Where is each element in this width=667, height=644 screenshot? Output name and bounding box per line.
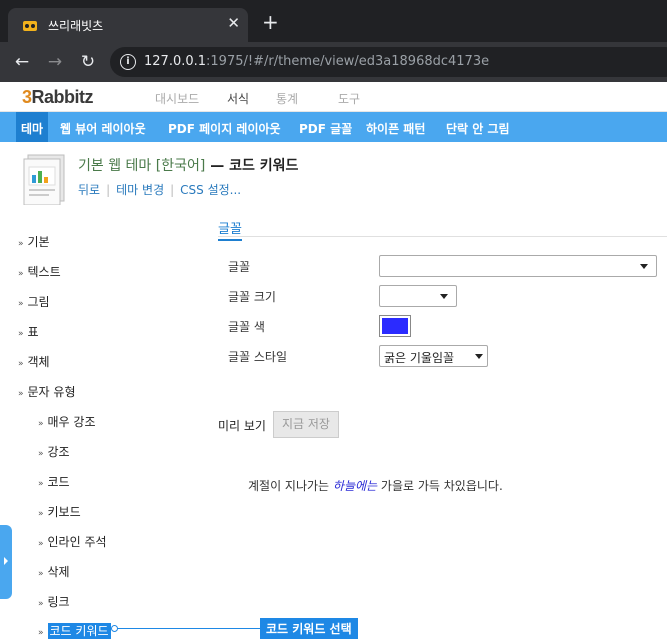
sidebar-toggle-handle[interactable] xyxy=(0,525,12,599)
sample-code-keyword: 하늘에는 xyxy=(332,479,378,493)
subnav-paragraph-image[interactable]: 단락 안 그림 xyxy=(446,120,510,137)
sidebar-subitem-delete[interactable]: » 삭제 xyxy=(38,563,70,580)
font-size-label: 글꼴 크기 xyxy=(228,290,276,304)
browser-toolbar: ← → ↻ i 127.0.0.1:1975/!#/r/theme/view/e… xyxy=(0,42,667,82)
forward-arrow-icon[interactable]: → xyxy=(45,52,65,72)
subnav-pdf-font[interactable]: PDF 글꼴 xyxy=(299,120,352,137)
sidebar-item-table[interactable]: » 표 xyxy=(18,323,39,340)
save-now-button[interactable]: 지금 저장 xyxy=(273,411,339,438)
font-style-label: 글꼴 스타일 xyxy=(228,350,288,364)
browser-tab[interactable]: 쓰리래빗츠 ✕ xyxy=(8,8,248,42)
preview-sample-text: 계절이 지나가는 하늘에는 가을로 가득 차있읍니다. xyxy=(248,479,503,493)
subnav-pdf-page-layout[interactable]: PDF 페이지 레이아웃 xyxy=(168,120,281,137)
subnav-web-viewer-layout[interactable]: 웹 뷰어 레이아웃 xyxy=(60,120,146,137)
sidebar-item-char-type[interactable]: » 문자 유형 xyxy=(18,383,76,400)
font-select[interactable] xyxy=(379,255,657,277)
chevron-down-icon xyxy=(640,264,648,269)
close-tab-icon[interactable]: ✕ xyxy=(227,14,240,32)
theme-title: 기본 웹 테마 [한국어] — 코드 키워드 xyxy=(78,158,299,174)
section-divider xyxy=(218,236,667,237)
sidebar-subitem-inline-note[interactable]: » 인라인 주석 xyxy=(38,533,107,550)
annotation-connector xyxy=(114,628,260,629)
browser-tabbar: 쓰리래빗츠 ✕ + xyxy=(0,0,667,42)
sidebar-subitem-code-keyword[interactable]: » 코드 키워드 xyxy=(38,622,111,639)
app-logo[interactable]: 3Rabbitz xyxy=(22,87,94,108)
sidebar-subitem-keyboard[interactable]: » 키보드 xyxy=(38,503,81,520)
subnav-hyphen-pattern[interactable]: 하이픈 패턴 xyxy=(366,120,425,137)
tab-title: 쓰리래빗츠 xyxy=(48,19,104,33)
font-size-select[interactable] xyxy=(379,285,457,307)
new-tab-icon[interactable]: + xyxy=(262,12,279,32)
preview-label: 미리 보기 xyxy=(218,419,266,433)
sidebar-item-basic[interactable]: » 기본 xyxy=(18,233,50,250)
theme-document-icon xyxy=(23,154,65,205)
font-style-select[interactable]: 굵은 기울임꼴 xyxy=(379,345,488,367)
font-label: 글꼴 xyxy=(228,260,251,274)
reload-icon[interactable]: ↻ xyxy=(78,52,98,72)
chevron-down-icon xyxy=(475,354,483,359)
annotation-dot xyxy=(111,625,118,632)
change-theme-link[interactable]: 테마 변경 xyxy=(116,183,164,197)
font-color-label: 글꼴 색 xyxy=(228,320,265,334)
sidebar-item-image[interactable]: » 그림 xyxy=(18,293,50,310)
topmenu-tools[interactable]: 도구 xyxy=(338,90,360,107)
css-settings-link[interactable]: CSS 설정... xyxy=(180,183,241,197)
sidebar-subitem-emphasis[interactable]: » 강조 xyxy=(38,443,70,460)
sidebar-subitem-strong-emphasis[interactable]: » 매우 강조 xyxy=(38,413,96,430)
info-icon[interactable]: i xyxy=(120,54,136,70)
chevron-down-icon xyxy=(440,294,448,299)
subnav-theme[interactable]: 테마 xyxy=(16,112,49,142)
back-link[interactable]: 뒤로 xyxy=(78,183,100,197)
rabbit-favicon-icon xyxy=(23,21,37,31)
font-color-picker[interactable] xyxy=(379,315,411,337)
topmenu-dashboard[interactable]: 대시보드 xyxy=(155,90,199,107)
back-arrow-icon[interactable]: ← xyxy=(12,52,32,72)
color-swatch-fill xyxy=(382,318,408,334)
topmenu-format[interactable]: 서식 xyxy=(227,90,249,107)
sidebar-subitem-link[interactable]: » 링크 xyxy=(38,593,70,610)
annotation-label: 코드 키워드 선택 xyxy=(260,618,358,639)
sidebar-item-text[interactable]: » 텍스트 xyxy=(18,263,61,280)
font-section-title: 글꼴 xyxy=(218,218,242,241)
sub-navigation: 테마 웹 뷰어 레이아웃 PDF 페이지 레이아웃 PDF 글꼴 하이픈 패턴 … xyxy=(0,112,667,142)
address-bar[interactable]: i 127.0.0.1:1975/!#/r/theme/view/ed3a189… xyxy=(110,47,667,77)
url-text: 127.0.0.1:1975/!#/r/theme/view/ed3a18968… xyxy=(144,54,490,69)
app-header: 3Rabbitz 대시보드 서식 통계 도구 xyxy=(0,82,667,112)
theme-links: 뒤로 | 테마 변경 | CSS 설정... xyxy=(78,183,242,197)
sidebar-subitem-code[interactable]: » 코드 xyxy=(38,473,70,490)
topmenu-stats[interactable]: 통계 xyxy=(276,90,298,107)
sidebar-item-object[interactable]: » 객체 xyxy=(18,353,50,370)
